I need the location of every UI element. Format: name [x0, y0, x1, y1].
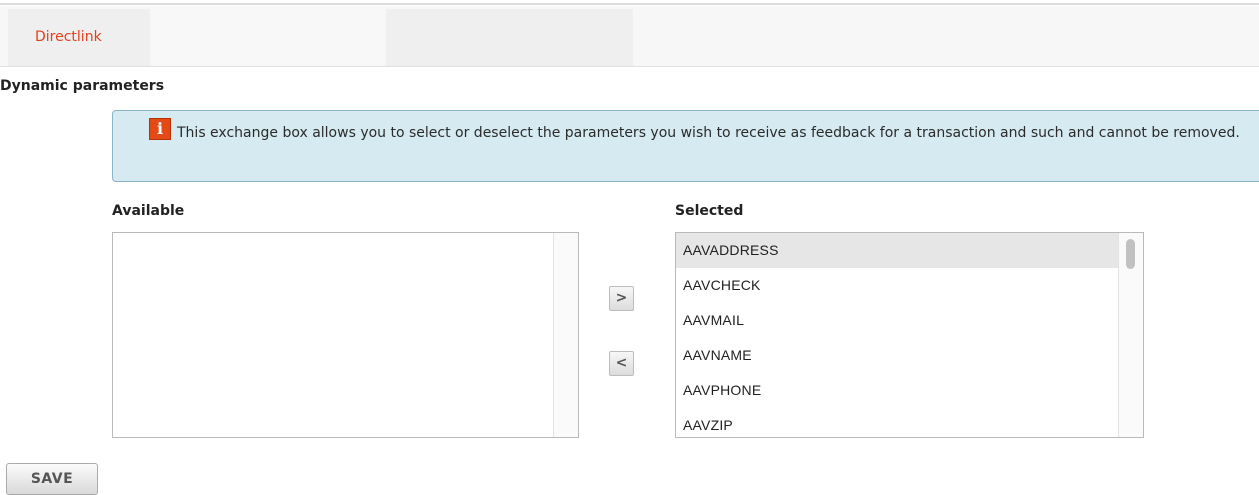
info-icon: i: [149, 118, 171, 140]
move-right-button[interactable]: >: [609, 286, 634, 311]
selected-option[interactable]: AAVMAIL: [676, 303, 1119, 338]
top-rule: [0, 3, 1259, 5]
info-box: i This exchange box allows you to select…: [112, 110, 1259, 182]
tab-bar: Directlink: [0, 6, 1259, 67]
available-label: Available: [112, 203, 185, 219]
info-text: This exchange box allows you to select o…: [177, 125, 1240, 141]
selected-option[interactable]: AAVNAME: [676, 338, 1119, 373]
available-scrollbar[interactable]: [553, 233, 578, 437]
move-left-button[interactable]: <: [609, 351, 634, 376]
selected-option[interactable]: AAVCHECK: [676, 268, 1119, 303]
selected-scrollbar[interactable]: [1118, 233, 1143, 437]
selected-label: Selected: [675, 203, 744, 219]
available-list[interactable]: [112, 232, 579, 438]
selected-option[interactable]: AAVZIP: [676, 408, 1119, 437]
tab-2[interactable]: [152, 9, 384, 66]
selected-list[interactable]: AAVADDRESS AAVCHECK AAVMAIL AAVNAME AAVP…: [675, 232, 1144, 438]
section-title: Dynamic parameters: [0, 78, 165, 94]
tab-3[interactable]: [386, 9, 633, 66]
scroll-thumb[interactable]: [1126, 239, 1135, 269]
tab-directlink[interactable]: Directlink: [8, 9, 150, 66]
selected-option[interactable]: AAVPHONE: [676, 373, 1119, 408]
save-button[interactable]: SAVE: [6, 463, 98, 495]
selected-option[interactable]: AAVADDRESS: [676, 233, 1119, 268]
